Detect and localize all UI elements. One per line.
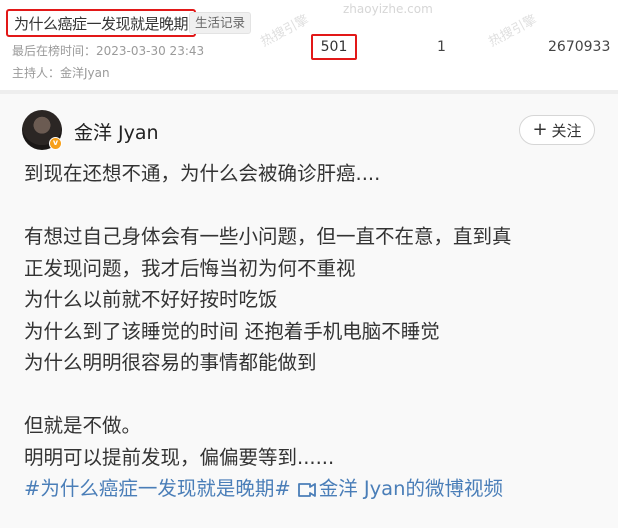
- count-highlight: 501: [311, 34, 357, 60]
- search-result-row: 为什么癌症一发现就是晚期 生活记录 热搜引擎 zhaoyizhe.com 热搜引…: [0, 0, 618, 90]
- post-line: 但就是不做。: [24, 414, 142, 437]
- heat-value: 2670933: [548, 39, 611, 55]
- weibo-post-card: v 金洋 Jyan + 关注 到现在还想不通，为什么会被确诊肝癌.... 有想过…: [0, 94, 618, 528]
- post-links: #为什么癌症一发现就是晚期# 金洋 Jyan的微博视频: [24, 473, 604, 505]
- video-icon: [297, 482, 316, 497]
- video-link-wrapper[interactable]: 金洋 Jyan的微博视频: [297, 477, 503, 500]
- follow-label: 关注: [551, 121, 582, 140]
- video-link[interactable]: 金洋 Jyan的微博视频: [319, 477, 503, 500]
- category-tag[interactable]: 生活记录: [189, 12, 252, 34]
- result-title-highlight[interactable]: 为什么癌症一发现就是晚期: [6, 9, 197, 37]
- watermark: zhaoyizhe.com: [343, 2, 433, 16]
- post-line: 为什么到了该睡觉的时间 还抱着手机电脑不睡觉: [24, 319, 440, 343]
- watermark: 热搜引擎: [258, 12, 312, 51]
- verified-badge-icon: v: [49, 137, 62, 150]
- follow-button[interactable]: + 关注: [519, 115, 595, 145]
- post-content: 到现在还想不通，为什么会被确诊肝癌.... 有想过自己身体会有一些小问题，但一直…: [24, 158, 604, 505]
- post-line: 到现在还想不通，为什么会被确诊肝癌....: [24, 162, 381, 185]
- host-name: 主持人：金洋Jyan: [12, 66, 110, 80]
- post-line: 明明可以提前发现，偏偏要等到......: [24, 445, 335, 469]
- avatar[interactable]: v: [22, 110, 62, 150]
- post-line: 为什么明明很容易的事情都能做到: [24, 351, 317, 374]
- post-line: 为什么以前就不好好按时吃饭: [24, 288, 278, 311]
- rank-value: 1: [437, 39, 446, 55]
- last-on-list-time: 最后在榜时间：2023-03-30 23:43: [12, 44, 205, 58]
- result-title[interactable]: 为什么癌症一发现就是晚期: [14, 13, 189, 34]
- plus-icon: +: [532, 119, 548, 140]
- count-value: 501: [320, 39, 348, 55]
- hashtag-link[interactable]: #为什么癌症一发现就是晚期#: [24, 477, 291, 500]
- username[interactable]: 金洋 Jyan: [74, 118, 159, 145]
- post-line: 有想过自己身体会有一些小问题，但一直不在意，直到真: [24, 225, 512, 248]
- watermark: 热搜引擎: [486, 12, 540, 51]
- post-line: 正发现问题，我才后悔当初为何不重视: [24, 256, 356, 280]
